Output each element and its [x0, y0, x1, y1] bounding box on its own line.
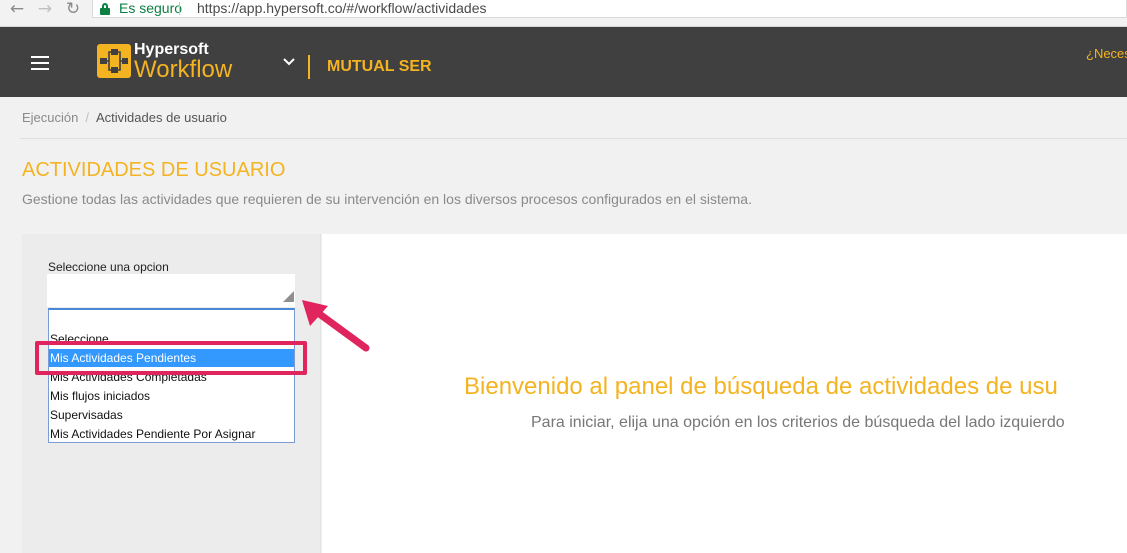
organization-name[interactable]: MUTUAL SER [327, 57, 432, 77]
secure-label: Es seguro [119, 0, 183, 16]
breadcrumb-divider [20, 138, 1127, 139]
select-arrow-icon[interactable] [283, 291, 294, 302]
option-select-label: Seleccione una opcion [48, 260, 169, 274]
browser-toolbar: ← → ↻ Es seguro https://app.hypersoft.co… [0, 0, 1127, 27]
breadcrumb-item-ejecucion[interactable]: Ejecución [22, 110, 78, 125]
forward-arrow-icon[interactable]: → [34, 0, 56, 18]
brand-name-bottom: Workflow [134, 56, 233, 83]
header-divider [308, 55, 310, 79]
help-link[interactable]: ¿Neces [1086, 46, 1127, 62]
annotation-arrow-icon [302, 300, 370, 352]
option-item[interactable]: Mis Actividades Pendiente Por Asignar [49, 425, 294, 443]
option-dropdown-list[interactable]: Seleccione Mis Actividades Pendientes Mi… [48, 308, 295, 443]
welcome-subtitle: Para iniciar, elija una opción en los cr… [531, 414, 1065, 431]
back-arrow-icon[interactable]: ← [6, 0, 28, 18]
chevron-down-icon[interactable] [282, 55, 296, 69]
address-divider [179, 2, 180, 15]
app-header: Hypersoft Workflow MUTUAL SER ¿Neces [0, 27, 1127, 97]
annotation-highlight-box [35, 341, 307, 375]
menu-icon[interactable] [31, 56, 49, 70]
option-item[interactable]: Supervisadas [49, 406, 294, 424]
page-title: ACTIVIDADES DE USUARIO [22, 159, 286, 181]
welcome-title: Bienvenido al panel de búsqueda de activ… [464, 373, 1058, 400]
breadcrumb: Ejecución / Actividades de usuario [22, 110, 227, 125]
url-text[interactable]: https://app.hypersoft.co/#/workflow/acti… [197, 0, 486, 17]
breadcrumb-item-current: Actividades de usuario [96, 110, 227, 125]
workflow-logo-icon [97, 44, 131, 78]
reload-icon[interactable]: ↻ [62, 0, 84, 18]
filter-panel: Seleccione una opcion Seleccione Mis Act… [22, 234, 321, 553]
address-bar[interactable]: Es seguro https://app.hypersoft.co/#/wor… [92, 0, 1127, 18]
option-item[interactable]: Mis flujos iniciados [49, 387, 294, 405]
page-description: Gestione todas las actividades que requi… [22, 191, 752, 207]
lock-icon [100, 3, 110, 15]
option-select[interactable] [47, 274, 295, 307]
